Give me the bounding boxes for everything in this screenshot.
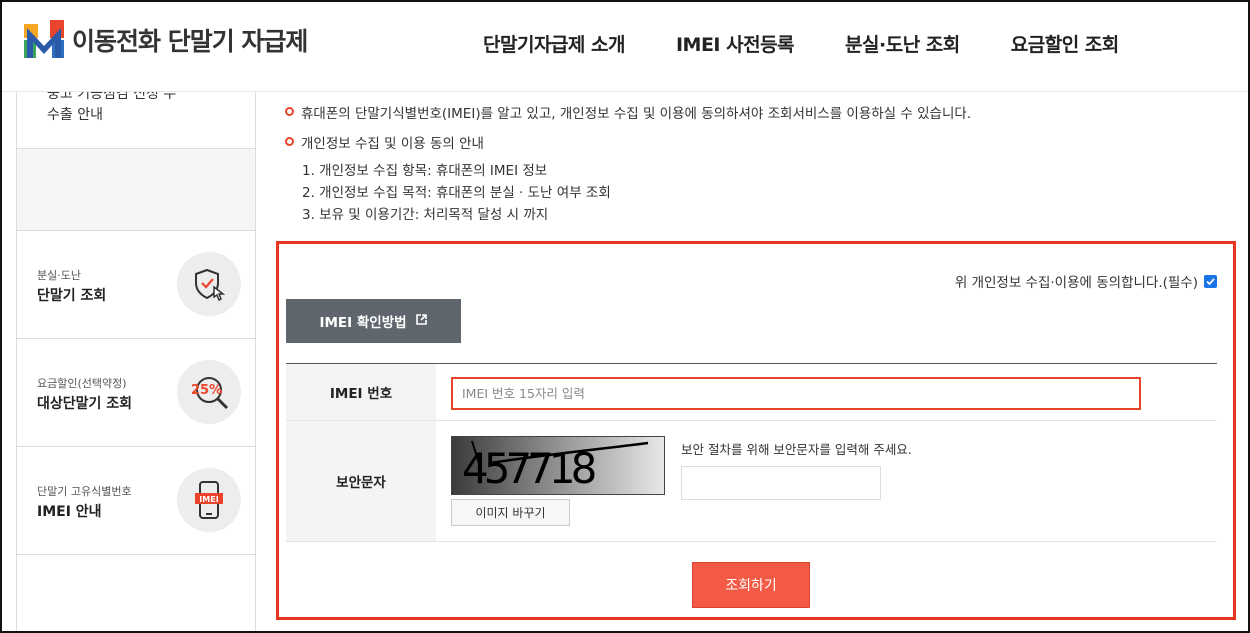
phone-imei-icon: IMEI xyxy=(177,468,241,532)
privacy-agree-checkbox[interactable] xyxy=(1204,274,1217,288)
magnifier-discount-icon: 25% xyxy=(177,360,241,424)
logo-m-icon xyxy=(24,20,64,60)
captcha-guide-text: 보안 절차를 위해 보안문자를 입력해 주세요. xyxy=(681,442,912,457)
logo-text: 이동전화 단말기 자급제 xyxy=(72,27,308,56)
imei-row: IMEI 번호 xyxy=(286,364,1217,421)
nav-lost-stolen-lookup[interactable]: 분실·도난 조회 xyxy=(845,30,960,57)
sidebar-item-label: 수출 안내 xyxy=(47,107,103,123)
site-header: 이동전화 단말기 자급제 단말기자급제 소개 IMEI 사전등록 분실·도난 조… xyxy=(0,0,1250,92)
change-captcha-button[interactable]: 이미지 바꾸기 xyxy=(451,499,570,526)
notice-privacy-guide: 개인정보 수집 및 이용 동의 안내 xyxy=(285,132,484,152)
imei-badge-text: IMEI xyxy=(199,495,218,504)
main-nav: 단말기자급제 소개 IMEI 사전등록 분실·도난 조회 요금할인 조회 xyxy=(483,30,1170,57)
sidebar-item-sub: 단말기 고유식별번호 xyxy=(37,485,132,498)
discount-badge-text: 25% xyxy=(191,383,222,398)
sidebar-item-label: 대상단말기 조회 xyxy=(37,396,133,412)
sidebar-item-label: 단말기 조회 xyxy=(37,288,107,304)
captcha-cell: 457718 이미지 바꾸기 보안 절차를 위해 보안문자를 입력해 주세요. xyxy=(436,421,1217,541)
lookup-submit-button[interactable]: 조회하기 xyxy=(692,562,810,608)
sidebar-item-label: IMEI 안내 xyxy=(37,504,102,520)
privacy-item-list: 1. 개인정보 수집 항목: 휴대폰의 IMEI 정보 2. 개인정보 수집 목… xyxy=(302,160,611,226)
nav-discount-lookup[interactable]: 요금할인 조회 xyxy=(1011,30,1120,57)
check-icon xyxy=(1206,277,1215,285)
notice-imei-consent: 휴대폰의 단말기식별번호(IMEI)를 알고 있고, 개인정보 수집 및 이용에… xyxy=(285,102,971,122)
imei-label: IMEI 번호 xyxy=(286,364,436,420)
imei-input[interactable] xyxy=(451,377,1141,410)
sidebar-item-export-guide[interactable]: 중고 기능점검 신청 수 수출 안내 xyxy=(17,92,255,149)
imei-cell xyxy=(436,364,1217,420)
shield-cursor-icon xyxy=(177,252,241,316)
sidebar-item-sub: 요금할인(선택약정) xyxy=(37,377,127,390)
lookup-form-table: IMEI 번호 보안문자 457718 이미지 바꾸기 보안 절차를 위해 보안… xyxy=(286,363,1217,542)
privacy-agree-label: 위 개인정보 수집·이용에 동의합니다.(필수) xyxy=(954,275,1198,291)
sidebar-item-lost-device-lookup[interactable]: 분실·도난 단말기 조회 xyxy=(17,230,255,338)
privacy-agree-row[interactable]: 위 개인정보 수집·이용에 동의합니다.(필수) xyxy=(955,271,1217,291)
sidebar-item-imei-guide[interactable]: 단말기 고유식별번호 IMEI 안내 IMEI xyxy=(17,446,255,554)
captcha-input[interactable] xyxy=(681,466,881,500)
sidebar-item-discount-device-lookup[interactable]: 요금할인(선택약정) 대상단말기 조회 25% xyxy=(17,338,255,446)
privacy-item: 2. 개인정보 수집 목적: 휴대폰의 분실 · 도난 여부 조회 xyxy=(302,185,611,201)
sidebar-item-partial-label: 중고 기능점검 신청 수 xyxy=(47,92,177,102)
sidebar-item-empty xyxy=(17,554,255,633)
captcha-row: 보안문자 457718 이미지 바꾸기 보안 절차를 위해 보안문자를 입력해 … xyxy=(286,421,1217,542)
nav-self-sufficiency-intro[interactable]: 단말기자급제 소개 xyxy=(483,30,625,57)
site-logo[interactable]: 이동전화 단말기 자급제 xyxy=(24,20,308,60)
sidebar: 중고 기능점검 신청 수 수출 안내 분실·도난 단말기 조회 요금할인(선택약… xyxy=(16,92,256,633)
lookup-form-box: 위 개인정보 수집·이용에 동의합니다.(필수) IMEI 확인방법 IMEI … xyxy=(276,241,1236,620)
captcha-image: 457718 xyxy=(451,436,665,495)
sidebar-item-sub: 분실·도난 xyxy=(37,269,81,282)
privacy-item: 3. 보유 및 이용기간: 처리목적 달성 시 까지 xyxy=(302,207,549,223)
captcha-label: 보안문자 xyxy=(286,421,436,541)
privacy-item: 1. 개인정보 수집 항목: 휴대폰의 IMEI 정보 xyxy=(302,163,548,179)
imei-check-method-label: IMEI 확인방법 xyxy=(319,315,407,331)
nav-imei-preregistration[interactable]: IMEI 사전등록 xyxy=(676,30,795,57)
external-link-icon xyxy=(415,313,428,330)
imei-check-method-button[interactable]: IMEI 확인방법 xyxy=(286,299,461,343)
